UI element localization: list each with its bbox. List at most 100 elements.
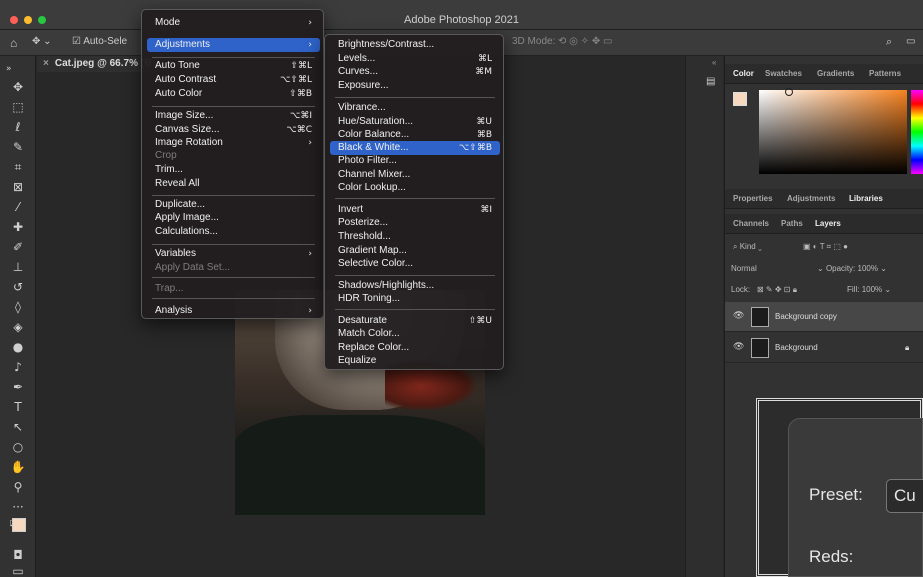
pen-tool-icon[interactable]: ✒: [6, 378, 30, 396]
menu-item-brightness-contrast[interactable]: Brightness/Contrast...: [330, 38, 500, 52]
menu-item-label: Apply Image...: [155, 212, 219, 223]
menu-item-image-size[interactable]: Image Size... ⌥⌘I: [147, 109, 320, 123]
menu-item-replace-color[interactable]: Replace Color...: [330, 341, 500, 355]
move-tool-options-icon[interactable]: ✥ ⌄: [32, 36, 52, 47]
preset-select[interactable]: Cu: [886, 479, 923, 513]
lock-icons[interactable]: ⊠ ✎ ✥ ⊡ 🔒︎: [757, 285, 797, 295]
search-icon[interactable]: ⌕: [886, 36, 892, 49]
menu-item-adjustments[interactable]: Adjustments ›: [147, 38, 320, 52]
3d-mode-icons[interactable]: ⟲ ◎ ✧ ✥ ▭: [558, 36, 612, 47]
color-field[interactable]: [759, 88, 907, 174]
blend-mode-select[interactable]: Normal: [731, 264, 757, 273]
healing-tool-icon[interactable]: ✚: [6, 218, 30, 236]
marquee-tool-icon[interactable]: ⬚: [6, 98, 30, 116]
layer-row-background[interactable]: 👁︎ Background 🔒︎: [725, 333, 923, 363]
tab-paths[interactable]: Paths: [781, 219, 803, 228]
color-picker-handle[interactable]: [785, 88, 793, 96]
menu-item-desaturate[interactable]: Desaturate ⇧⌘U: [330, 314, 500, 328]
menu-item-exposure[interactable]: Exposure...: [330, 79, 500, 93]
menu-item-hdr-toning[interactable]: HDR Toning...: [330, 292, 500, 306]
menu-item-duplicate[interactable]: Duplicate...: [147, 198, 320, 212]
menu-item-calculations[interactable]: Calculations...: [147, 225, 320, 239]
menu-item-auto-tone[interactable]: Auto Tone ⇧⌘L: [147, 59, 320, 73]
menu-item-canvas-size[interactable]: Canvas Size... ⌥⌘C: [147, 123, 320, 137]
layer-row-background-copy[interactable]: 👁︎ Background copy: [725, 302, 923, 332]
menu-item-posterize[interactable]: Posterize...: [330, 216, 500, 230]
menu-item-mode[interactable]: Mode ›: [147, 16, 320, 30]
menu-item-equalize[interactable]: Equalize: [330, 354, 500, 368]
menu-item-shadows-highlights[interactable]: Shadows/Highlights...: [330, 279, 500, 293]
menu-item-black-white[interactable]: Black & White... ⌥⇧⌘B: [330, 141, 500, 155]
menu-item-color-lookup[interactable]: Color Lookup...: [330, 181, 500, 195]
layer-filter-icons[interactable]: ▣ ◐ T ⌗ ⬚ ●: [803, 242, 848, 252]
hand-tool-icon[interactable]: ✋: [6, 458, 30, 476]
tab-properties[interactable]: Properties: [733, 194, 773, 203]
visibility-eye-icon[interactable]: 👁︎: [733, 310, 744, 321]
frame-tool-icon[interactable]: ⊠: [6, 178, 30, 196]
menu-item-trim[interactable]: Trim...: [147, 163, 320, 177]
collapse-panels-icon[interactable]: «: [712, 58, 716, 67]
visibility-eye-icon[interactable]: 👁︎: [733, 341, 744, 352]
menu-item-apply-image[interactable]: Apply Image...: [147, 211, 320, 225]
dodge-tool-icon[interactable]: ♪: [6, 358, 30, 376]
tab-patterns[interactable]: Patterns: [869, 69, 901, 78]
close-tab-icon[interactable]: ×: [43, 58, 49, 69]
home-icon[interactable]: ⌂: [10, 36, 17, 50]
menu-item-analysis[interactable]: Analysis ›: [147, 304, 320, 318]
lasso-tool-icon[interactable]: ℓ: [6, 118, 30, 136]
document-tab[interactable]: × Cat.jpeg @ 66.7% (B: [37, 56, 157, 72]
zoom-tool-icon[interactable]: ⚲: [6, 478, 30, 496]
tab-libraries[interactable]: Libraries: [849, 194, 883, 203]
layer-filter-kind[interactable]: ⌕ Kind ⌄: [733, 242, 762, 252]
fill-value[interactable]: 100%: [862, 285, 882, 294]
type-tool-icon[interactable]: T: [6, 398, 30, 416]
submenu-arrow-icon: ›: [308, 40, 312, 50]
menu-item-invert[interactable]: Invert ⌘I: [330, 203, 500, 217]
expand-panel-icon[interactable]: »: [6, 60, 30, 78]
color-panel-foreground-swatch[interactable]: [733, 92, 747, 106]
menu-item-reveal-all[interactable]: Reveal All: [147, 177, 320, 191]
menu-item-selective-color[interactable]: Selective Color...: [330, 257, 500, 271]
eyedropper-tool-icon[interactable]: ⁄: [6, 198, 30, 216]
brush-tool-icon[interactable]: ✐: [6, 238, 30, 256]
menu-item-vibrance[interactable]: Vibrance...: [330, 101, 500, 115]
menu-item-match-color[interactable]: Match Color...: [330, 327, 500, 341]
menu-item-levels[interactable]: Levels... ⌘L: [330, 52, 500, 66]
opacity-control[interactable]: ⌄ Opacity: 100% ⌄: [817, 264, 887, 273]
crop-tool-icon[interactable]: ⌗: [6, 158, 30, 176]
tab-swatches[interactable]: Swatches: [765, 69, 802, 78]
workspace-icon[interactable]: ▭: [906, 36, 915, 47]
eraser-tool-icon[interactable]: ◊: [6, 298, 30, 316]
menu-item-channel-mixer[interactable]: Channel Mixer...: [330, 168, 500, 182]
menu-item-curves[interactable]: Curves... ⌘M: [330, 65, 500, 79]
menu-item-hue-saturation[interactable]: Hue/Saturation... ⌘U: [330, 115, 500, 129]
tab-layers[interactable]: Layers: [815, 219, 841, 228]
menu-item-threshold[interactable]: Threshold...: [330, 230, 500, 244]
tab-adjustments[interactable]: Adjustments: [787, 194, 835, 203]
quick-select-tool-icon[interactable]: ✎: [6, 138, 30, 156]
tab-gradients[interactable]: Gradients: [817, 69, 854, 78]
history-panel-icon[interactable]: ▤: [706, 76, 715, 87]
move-tool-icon[interactable]: ✥: [6, 78, 30, 96]
menu-item-auto-color[interactable]: Auto Color ⇧⌘B: [147, 87, 320, 101]
shape-tool-icon[interactable]: ○: [6, 438, 30, 456]
path-select-tool-icon[interactable]: ↖: [6, 418, 30, 436]
stamp-tool-icon[interactable]: ⊥: [6, 258, 30, 276]
autoselect-checkbox[interactable]: ☑ Auto-Sele: [72, 36, 127, 47]
screen-mode-icon[interactable]: ▭: [6, 562, 30, 577]
menu-item-gradient-map[interactable]: Gradient Map...: [330, 244, 500, 258]
foreground-color-swatch[interactable]: [12, 518, 26, 532]
menu-item-photo-filter[interactable]: Photo Filter...: [330, 154, 500, 168]
menu-item-variables[interactable]: Variables ›: [147, 247, 320, 261]
tab-channels[interactable]: Channels: [733, 219, 769, 228]
blur-tool-icon[interactable]: ●: [6, 338, 30, 356]
fill-control[interactable]: Fill: 100% ⌄: [847, 285, 891, 294]
menu-item-auto-contrast[interactable]: Auto Contrast ⌥⇧⌘L: [147, 73, 320, 87]
hue-slider[interactable]: [911, 90, 923, 174]
history-brush-tool-icon[interactable]: ↺: [6, 278, 30, 296]
menu-item-color-balance[interactable]: Color Balance... ⌘B: [330, 128, 500, 142]
opacity-value[interactable]: 100%: [858, 264, 878, 273]
paint-bucket-tool-icon[interactable]: ◈: [6, 318, 30, 336]
tab-color[interactable]: Color: [733, 69, 754, 78]
menu-item-image-rotation[interactable]: Image Rotation ›: [147, 136, 320, 150]
